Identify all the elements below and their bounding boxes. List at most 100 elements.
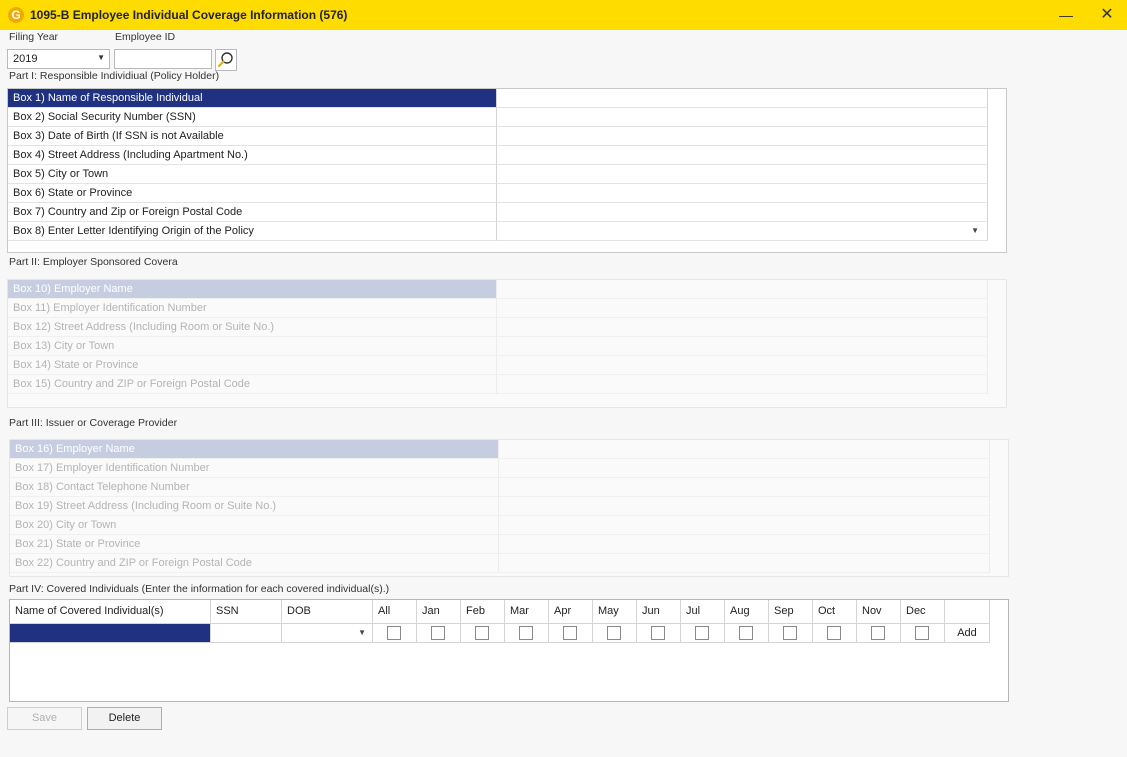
- save-button[interactable]: Save: [7, 707, 82, 730]
- col-header-jun[interactable]: Jun: [637, 600, 681, 624]
- checkbox-nov[interactable]: [871, 626, 885, 640]
- part1-row-box3[interactable]: Box 3) Date of Birth (If SSN is not Avai…: [8, 127, 988, 146]
- add-button[interactable]: Add: [945, 624, 990, 643]
- part2-row-box15: Box 15) Country and ZIP or Foreign Posta…: [8, 375, 988, 394]
- part3-grid: Box 16) Employer Name Box 17) Employer I…: [9, 439, 1009, 577]
- part2-grid: Box 10) Employer Name Box 11) Employer I…: [7, 279, 1007, 408]
- col-header-apr[interactable]: Apr: [549, 600, 593, 624]
- covered-individuals-header: Name of Covered Individual(s) SSN DOB Al…: [10, 600, 990, 624]
- part2-title: Part II: Employer Sponsored Covera: [9, 256, 178, 268]
- chevron-down-icon: ▼: [971, 226, 979, 235]
- col-header-mar[interactable]: Mar: [505, 600, 549, 624]
- cell-all: [373, 624, 417, 643]
- row-value-cell: [499, 478, 990, 497]
- row-label: Box 10) Employer Name: [8, 280, 497, 299]
- checkbox-jul[interactable]: [695, 626, 709, 640]
- new-covered-individual-row[interactable]: ▼ Add: [10, 624, 990, 643]
- part3-row-box17: Box 17) Employer Identification Number: [10, 459, 990, 478]
- col-header-feb[interactable]: Feb: [461, 600, 505, 624]
- checkbox-may[interactable]: [607, 626, 621, 640]
- col-header-dec[interactable]: Dec: [901, 600, 945, 624]
- row-value-cell[interactable]: [497, 127, 988, 146]
- part3-row-box18: Box 18) Contact Telephone Number: [10, 478, 990, 497]
- part3-title: Part III: Issuer or Coverage Provider: [9, 417, 178, 429]
- row-label: Box 7) Country and Zip or Foreign Postal…: [8, 203, 497, 222]
- checkbox-jan[interactable]: [431, 626, 445, 640]
- chevron-down-icon: ▼: [97, 53, 105, 62]
- row-label: Box 1) Name of Responsible Individual: [8, 89, 497, 108]
- col-header-jul[interactable]: Jul: [681, 600, 725, 624]
- checkbox-aug[interactable]: [739, 626, 753, 640]
- part3-row-box21: Box 21) State or Province: [10, 535, 990, 554]
- filing-year-select[interactable]: 2019 ▼: [7, 49, 110, 69]
- checkbox-sep[interactable]: [783, 626, 797, 640]
- part1-row-box2[interactable]: Box 2) Social Security Number (SSN): [8, 108, 988, 127]
- search-button[interactable]: [215, 49, 237, 71]
- col-header-sep[interactable]: Sep: [769, 600, 813, 624]
- col-header-name[interactable]: Name of Covered Individual(s): [10, 600, 211, 624]
- row-value-cell[interactable]: [497, 184, 988, 203]
- row-value-cell: [497, 337, 988, 356]
- part1-row-box1[interactable]: Box 1) Name of Responsible Individual: [8, 89, 988, 108]
- covered-name-input[interactable]: [10, 624, 211, 643]
- row-value-cell[interactable]: [497, 108, 988, 127]
- col-header-oct[interactable]: Oct: [813, 600, 857, 624]
- col-header-nov[interactable]: Nov: [857, 600, 901, 624]
- part2-row-box14: Box 14) State or Province: [8, 356, 988, 375]
- part1-row-box4[interactable]: Box 4) Street Address (Including Apartme…: [8, 146, 988, 165]
- part1-row-box5[interactable]: Box 5) City or Town: [8, 165, 988, 184]
- row-value-cell[interactable]: [497, 89, 988, 108]
- checkbox-feb[interactable]: [475, 626, 489, 640]
- row-label: Box 11) Employer Identification Number: [8, 299, 497, 318]
- minimize-icon[interactable]: —: [1055, 4, 1077, 26]
- row-value-cell[interactable]: [497, 203, 988, 222]
- row-label: Box 15) Country and ZIP or Foreign Posta…: [8, 375, 497, 394]
- col-header-dob[interactable]: DOB: [282, 600, 373, 624]
- cell-dec: [901, 624, 945, 643]
- origin-of-policy-dropdown[interactable]: ▼: [497, 222, 988, 241]
- part1-row-box7[interactable]: Box 7) Country and Zip or Foreign Postal…: [8, 203, 988, 222]
- covered-dob-dropdown[interactable]: ▼: [282, 624, 373, 643]
- col-header-all[interactable]: All: [373, 600, 417, 624]
- part2-row-box13: Box 13) City or Town: [8, 337, 988, 356]
- row-label: Box 4) Street Address (Including Apartme…: [8, 146, 497, 165]
- cell-jan: [417, 624, 461, 643]
- col-header-jan[interactable]: Jan: [417, 600, 461, 624]
- checkbox-mar[interactable]: [519, 626, 533, 640]
- delete-button[interactable]: Delete: [87, 707, 162, 730]
- row-value-cell[interactable]: [497, 165, 988, 184]
- row-label: Box 17) Employer Identification Number: [10, 459, 499, 478]
- employee-id-input[interactable]: [114, 49, 212, 69]
- row-value-cell: [499, 497, 990, 516]
- col-header-ssn[interactable]: SSN: [211, 600, 282, 624]
- checkbox-jun[interactable]: [651, 626, 665, 640]
- row-label: Box 19) Street Address (Including Room o…: [10, 497, 499, 516]
- part1-row-box6[interactable]: Box 6) State or Province: [8, 184, 988, 203]
- employee-id-label: Employee ID: [115, 31, 176, 43]
- col-header-may[interactable]: May: [593, 600, 637, 624]
- part2-row-box10: Box 10) Employer Name: [8, 280, 988, 299]
- checkbox-dec[interactable]: [915, 626, 929, 640]
- cell-mar: [505, 624, 549, 643]
- cell-apr: [549, 624, 593, 643]
- title-bar: G 1095-B Employee Individual Coverage In…: [0, 0, 1127, 30]
- covered-ssn-input[interactable]: [211, 624, 282, 643]
- checkbox-all[interactable]: [387, 626, 401, 640]
- row-label: Box 21) State or Province: [10, 535, 499, 554]
- row-label: Box 20) City or Town: [10, 516, 499, 535]
- row-label: Box 14) State or Province: [8, 356, 497, 375]
- filing-year-value: 2019: [13, 53, 38, 65]
- row-value-cell: [497, 318, 988, 337]
- col-header-action: [945, 600, 990, 624]
- part1-grid: Box 1) Name of Responsible Individual Bo…: [7, 88, 1007, 253]
- cell-may: [593, 624, 637, 643]
- row-value-cell[interactable]: [497, 146, 988, 165]
- checkbox-apr[interactable]: [563, 626, 577, 640]
- cell-sep: [769, 624, 813, 643]
- cell-jun: [637, 624, 681, 643]
- col-header-aug[interactable]: Aug: [725, 600, 769, 624]
- checkbox-oct[interactable]: [827, 626, 841, 640]
- row-value-cell: [497, 280, 988, 299]
- close-icon[interactable]: ✕: [1096, 4, 1118, 26]
- part1-row-box8[interactable]: Box 8) Enter Letter Identifying Origin o…: [8, 222, 988, 241]
